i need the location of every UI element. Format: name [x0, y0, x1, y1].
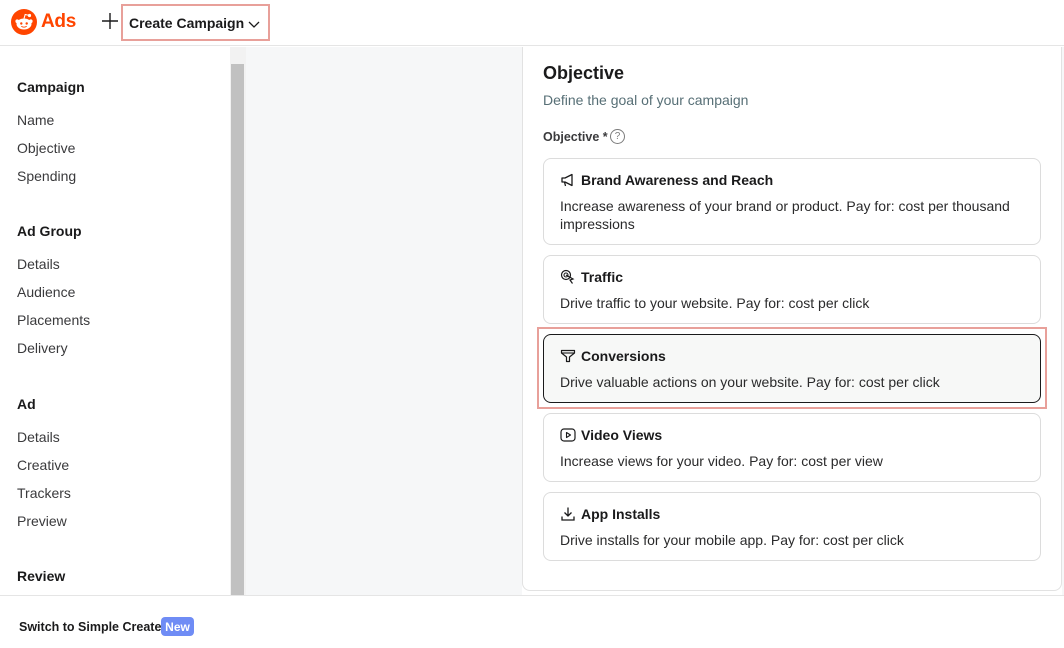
main-gutter [246, 47, 522, 595]
option-header: Conversions [559, 348, 666, 364]
sidebar-scrollbar-thumb[interactable] [231, 64, 244, 595]
option-description: Increase views for your video. Pay for: … [560, 453, 883, 469]
objective-option-app-installs[interactable]: App Installs Drive installs for your mob… [543, 492, 1041, 561]
switch-to-simple-create-link[interactable]: Switch to Simple Create [19, 620, 161, 634]
option-description: Drive traffic to your website. Pay for: … [560, 295, 870, 311]
megaphone-icon [559, 172, 577, 188]
objective-subtitle: Define the goal of your campaign [543, 92, 749, 108]
option-header: Video Views [559, 427, 662, 443]
sidebar-item-name[interactable]: Name [17, 112, 54, 128]
top-bar: Ads Create Campaign [0, 0, 1064, 46]
objective-field-label: Objective * [543, 130, 608, 144]
objective-option-conversions[interactable]: Conversions Drive valuable actions on yo… [543, 334, 1041, 403]
new-badge: New [161, 617, 194, 636]
sidebar-item-ad-details[interactable]: Details [17, 429, 60, 445]
option-title: Brand Awareness and Reach [581, 172, 774, 188]
sidebar-section-review[interactable]: Review [17, 568, 65, 584]
option-header: App Installs [559, 506, 660, 522]
option-header: Traffic [559, 269, 623, 285]
objective-option-traffic[interactable]: Traffic Drive traffic to your website. P… [543, 255, 1041, 324]
option-description: Increase awareness of your brand or prod… [560, 198, 1010, 232]
footer-bar: Switch to Simple Create New [0, 595, 1064, 648]
download-icon [559, 506, 577, 522]
option-title: Traffic [581, 269, 624, 285]
sidebar-item-delivery[interactable]: Delivery [17, 340, 68, 356]
option-header: Brand Awareness and Reach [559, 172, 773, 188]
option-title: Video Views [581, 427, 663, 443]
sidebar-item-creative[interactable]: Creative [17, 457, 69, 473]
sidebar: Campaign Name Objective Spending Ad Grou… [0, 47, 230, 595]
help-icon[interactable]: ? [610, 129, 625, 144]
create-campaign-label: Create Campaign [129, 14, 245, 31]
sidebar-item-trackers[interactable]: Trackers [17, 485, 71, 501]
option-description: Drive valuable actions on your website. … [560, 374, 940, 390]
objective-option-brand-awareness[interactable]: Brand Awareness and Reach Increase aware… [543, 158, 1041, 245]
sidebar-item-preview[interactable]: Preview [17, 513, 67, 529]
objective-title: Objective [543, 63, 625, 83]
brand-name: Ads [41, 11, 76, 32]
reddit-ads-logo[interactable]: Ads [11, 9, 76, 35]
sidebar-section-ad-group[interactable]: Ad Group [17, 223, 82, 239]
sidebar-section-campaign[interactable]: Campaign [17, 79, 85, 95]
sidebar-section-ad[interactable]: Ad [17, 396, 36, 412]
funnel-icon [559, 348, 577, 364]
create-campaign-dropdown[interactable]: Create Campaign [121, 4, 270, 41]
sidebar-item-details[interactable]: Details [17, 256, 60, 272]
chevron-down-icon [248, 17, 260, 35]
sidebar-item-placements[interactable]: Placements [17, 312, 90, 328]
sidebar-item-objective[interactable]: Objective [17, 140, 75, 156]
sidebar-item-audience[interactable]: Audience [17, 284, 75, 300]
add-icon[interactable] [100, 10, 120, 32]
cursor-click-icon [559, 269, 577, 285]
sidebar-item-spending[interactable]: Spending [17, 168, 76, 184]
option-title: Conversions [581, 348, 666, 364]
option-title: App Installs [581, 506, 661, 522]
option-description: Drive installs for your mobile app. Pay … [560, 532, 904, 548]
play-icon [559, 427, 577, 443]
objective-option-video-views[interactable]: Video Views Increase views for your vide… [543, 413, 1041, 482]
reddit-alien-icon [11, 9, 37, 35]
